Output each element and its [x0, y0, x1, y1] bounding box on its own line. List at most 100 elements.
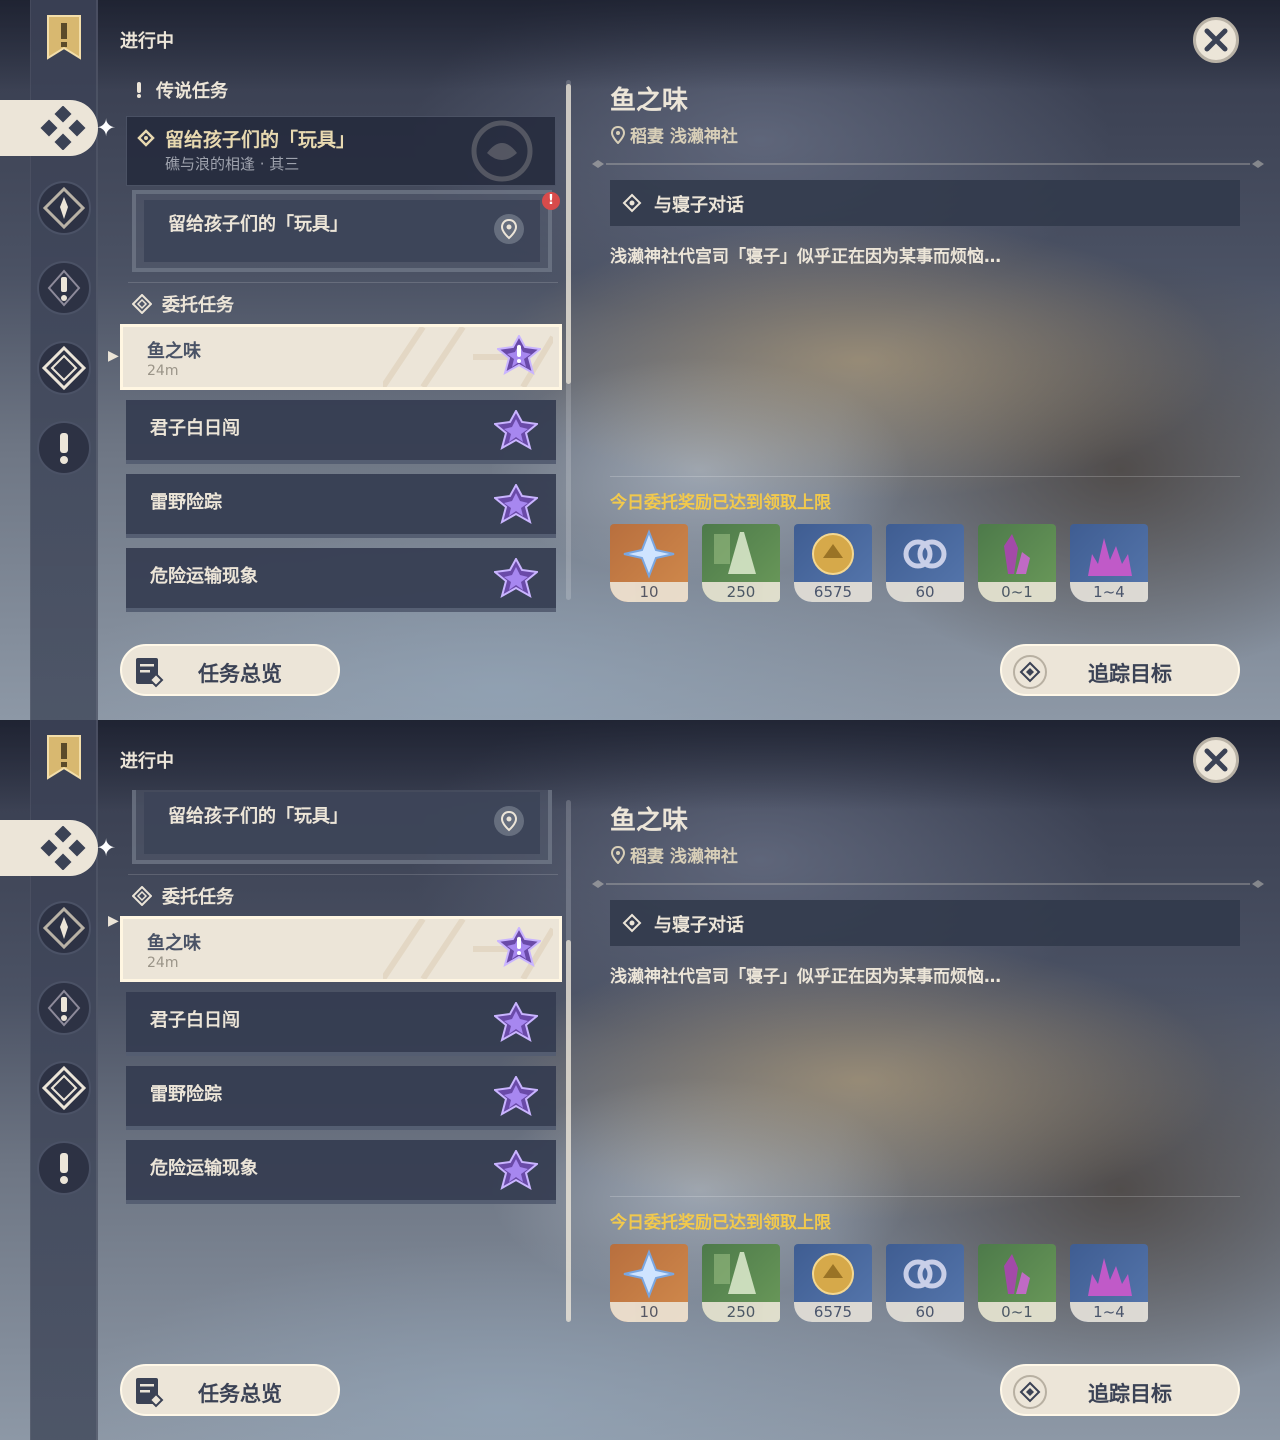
reward-item[interactable]: 10 — [610, 1244, 688, 1322]
rail-tab-story[interactable] — [37, 261, 91, 315]
reward-count: 1~4 — [1070, 582, 1148, 602]
commission-item-distance: 24m — [147, 955, 179, 971]
commission-item-name: 鱼之味 — [147, 341, 201, 362]
quest-overview-button[interactable]: 任务总览 — [120, 1364, 340, 1416]
commission-item-name: 危险运输现象 — [150, 566, 258, 587]
reward-count: 6575 — [794, 582, 872, 602]
track-target-button[interactable]: 追踪目标 — [1000, 1364, 1240, 1416]
detail-location: 稻妻 浅濑神社 — [610, 122, 738, 147]
reward-count: 1~4 — [1070, 1302, 1148, 1322]
quest-list[interactable]: 传说任务 留给孩子们的「玩具」 礁与浪的相逢 · 其三 留给孩子们的「玩具」 !… — [120, 70, 564, 630]
all-quests-icon — [40, 826, 86, 870]
rail-tab-world[interactable] — [37, 1141, 91, 1195]
map-pin-button[interactable] — [494, 214, 524, 244]
commission-item[interactable]: 雷野险踪 — [126, 1066, 556, 1130]
reward-item[interactable]: 6575 — [794, 524, 872, 602]
reward-item[interactable]: 0~1 — [978, 1244, 1056, 1322]
sparkle-icon: ✦ — [96, 114, 117, 142]
commission-item-name: 雷野险踪 — [150, 1084, 222, 1105]
primogem-icon — [623, 529, 675, 579]
location-text: 稻妻 浅濑神社 — [630, 847, 738, 867]
commission-item-name: 君子白日闯 — [150, 1010, 240, 1031]
track-label: 追踪目标 — [1088, 1382, 1172, 1406]
legend-quest-icon — [137, 82, 141, 98]
rail-tab-archon[interactable] — [37, 901, 91, 955]
quest-description: 浅濑神社代宫司「寝子」似乎正在因为某事而烦恼… — [610, 247, 1001, 267]
section-divider — [128, 874, 558, 875]
commission-item[interactable]: 危险运输现象 — [126, 1140, 556, 1204]
objective-diamond-icon — [622, 193, 642, 213]
scroll-thumb[interactable] — [566, 940, 571, 1322]
bookmark-icon — [47, 15, 81, 60]
reward-item[interactable]: 1~4 — [1070, 524, 1148, 602]
map-pin-icon — [500, 810, 518, 832]
close-button[interactable] — [1193, 737, 1239, 783]
adventure-exp-icon — [714, 532, 756, 574]
reward-item[interactable]: 60 — [886, 1244, 964, 1322]
location-text: 稻妻 浅濑神社 — [630, 127, 738, 147]
commission-badge-icon — [494, 1076, 538, 1115]
friendship-exp-icon — [903, 539, 947, 569]
tracked-diamond-icon — [137, 129, 155, 147]
all-quests-icon — [40, 106, 86, 150]
reward-item[interactable]: 60 — [886, 524, 964, 602]
map-pin-icon — [500, 218, 518, 240]
reward-item[interactable]: 10 — [610, 524, 688, 602]
quest-overview-button[interactable]: 任务总览 — [120, 644, 340, 696]
close-icon — [1204, 28, 1228, 52]
rail-tab-story[interactable] — [37, 981, 91, 1035]
legend-sub-objective[interactable]: 留给孩子们的「玩具」 — [132, 790, 552, 864]
track-target-button[interactable]: 追踪目标 — [1000, 644, 1240, 696]
selected-pointer-icon: ▶ — [108, 348, 119, 364]
rail-tab-all[interactable] — [0, 100, 98, 156]
detail-divider — [592, 880, 1264, 888]
rail-tab-archon[interactable] — [37, 181, 91, 235]
commission-item[interactable]: 君子白日闯 — [126, 992, 556, 1056]
rail-tab-world[interactable] — [37, 421, 91, 475]
objective-text: 与寝子对话 — [654, 195, 744, 216]
reward-count: 0~1 — [978, 582, 1056, 602]
reward-item[interactable]: 250 — [702, 1244, 780, 1322]
close-icon — [1204, 748, 1228, 772]
commission-item-name: 雷野险踪 — [150, 492, 222, 513]
objective-diamond-icon — [622, 913, 642, 933]
commission-item-selected[interactable]: 鱼之味 24m — [120, 916, 562, 982]
alert-badge: ! — [542, 192, 560, 210]
quest-description: 浅濑神社代宫司「寝子」似乎正在因为某事而烦恼… — [610, 967, 1001, 987]
scroll-thumb[interactable] — [566, 84, 571, 384]
archon-quest-icon — [42, 186, 86, 230]
commission-item[interactable]: 危险运输现象 — [126, 548, 556, 612]
rail-tab-commission[interactable] — [37, 341, 91, 395]
reward-item[interactable]: 250 — [702, 524, 780, 602]
commission-item-name: 鱼之味 — [147, 933, 201, 954]
close-button[interactable] — [1193, 17, 1239, 63]
quest-menu-screen-scrolled: ✦ 进行中 留给孩子们的「玩具」 委托任务 鱼之味 24m 君子白日闯 雷野险踪… — [0, 720, 1280, 1440]
commission-item-selected[interactable]: 鱼之味 24m — [120, 324, 562, 390]
reward-item[interactable]: 1~4 — [1070, 1244, 1148, 1322]
legend-quest-card[interactable]: 留给孩子们的「玩具」 礁与浪的相逢 · 其三 — [126, 116, 556, 186]
objective-bar: 与寝子对话 — [610, 180, 1240, 226]
legend-quest-title: 留给孩子们的「玩具」 — [165, 129, 356, 151]
reward-item[interactable]: 6575 — [794, 1244, 872, 1322]
reward-count: 60 — [886, 1302, 964, 1322]
reward-count: 60 — [886, 582, 964, 602]
rail-tab-all[interactable] — [0, 820, 98, 876]
commission-alert-badge-icon — [497, 335, 541, 374]
quest-book-icon — [136, 1378, 164, 1408]
quest-list[interactable]: 留给孩子们的「玩具」 委托任务 鱼之味 24m 君子白日闯 雷野险踪 危险运输现… — [120, 790, 564, 1350]
rail-tab-commission[interactable] — [37, 1061, 91, 1115]
map-pin-button[interactable] — [494, 806, 524, 836]
reward-divider — [610, 476, 1240, 477]
commission-item[interactable]: 君子白日闯 — [126, 400, 556, 464]
overview-label: 任务总览 — [198, 662, 282, 686]
quest-book-icon — [136, 658, 164, 688]
bookmark-icon — [47, 735, 81, 780]
commission-item[interactable]: 雷野险踪 — [126, 474, 556, 538]
track-diamond-icon — [1013, 1375, 1047, 1409]
reward-count: 0~1 — [978, 1302, 1056, 1322]
mora-icon — [812, 1253, 854, 1295]
reward-item[interactable]: 0~1 — [978, 524, 1056, 602]
commission-section-heading: 委托任务 — [132, 882, 234, 910]
legend-sub-objective[interactable]: 留给孩子们的「玩具」 ! — [132, 190, 560, 272]
adventure-exp-icon — [714, 1252, 756, 1294]
